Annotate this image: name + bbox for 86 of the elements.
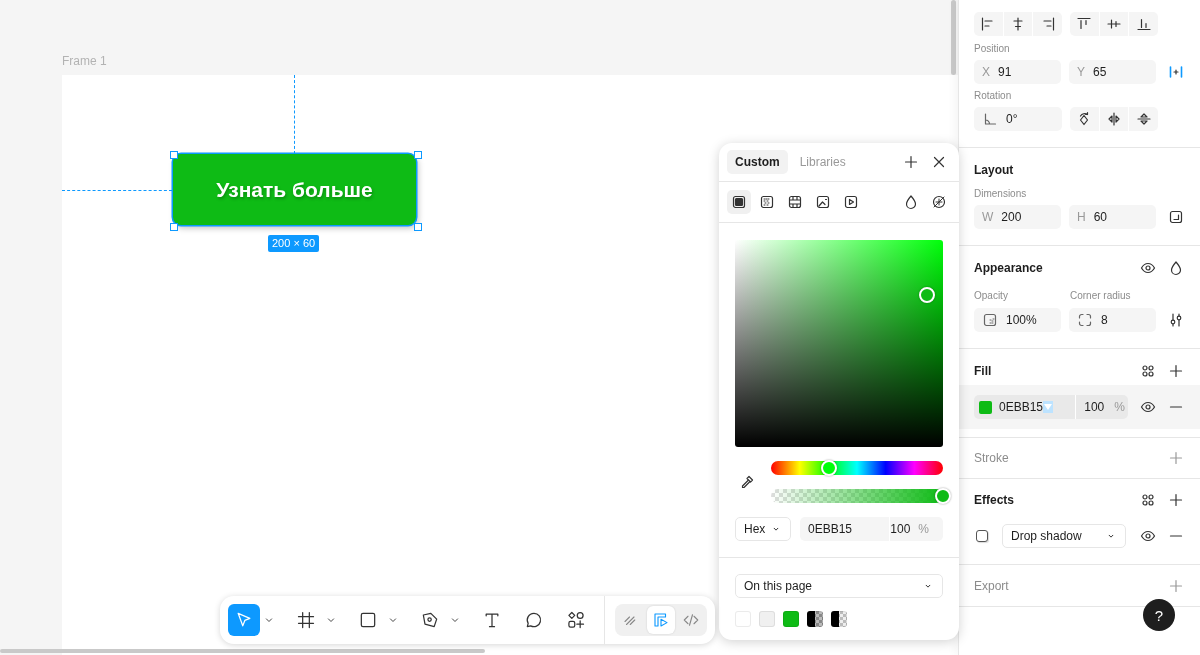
library-dropdown[interactable]: On this page: [735, 574, 943, 598]
resize-handle[interactable]: [170, 151, 178, 159]
solid-icon: [731, 194, 747, 210]
scrollbar[interactable]: [951, 0, 956, 75]
section-title: Stroke: [974, 451, 1009, 465]
opacity-icon: [982, 312, 998, 328]
color-swatch[interactable]: [807, 611, 823, 627]
tab[interactable]: Custom: [727, 150, 788, 174]
code-icon: [682, 611, 700, 629]
section-title: Layout: [974, 163, 1014, 177]
hash-icon: [296, 610, 316, 630]
y-field[interactable]: Y 65: [1069, 60, 1156, 84]
resize-handle[interactable]: [414, 151, 422, 159]
format-dropdown[interactable]: Hex: [735, 517, 791, 541]
design-mode-button[interactable]: [647, 606, 675, 634]
resize-icon: [1168, 209, 1184, 225]
frame-label: Frame 1: [62, 53, 108, 70]
flip-vertical-icon: [1135, 111, 1152, 127]
opacity-thumb[interactable]: [935, 488, 951, 504]
color-thumb[interactable]: [919, 287, 936, 304]
minus-icon: [1170, 535, 1182, 537]
hex-field[interactable]: 0EBB15 100 %: [800, 517, 943, 541]
flip-horizontal-icon: [1106, 111, 1122, 127]
color-swatch[interactable]: [759, 611, 775, 627]
pen-icon: [420, 610, 440, 630]
field-label: Rotation: [974, 89, 1013, 103]
no-fill-icon: [931, 194, 947, 210]
gradient-icon: [759, 194, 775, 210]
color-swatch[interactable]: [783, 611, 799, 627]
plus-icon: [1168, 492, 1184, 508]
four-dots-icon: [1140, 363, 1156, 379]
eye-icon: [1140, 399, 1157, 415]
close-icon: [931, 154, 947, 170]
speech-bubble-icon: [524, 610, 544, 630]
eye-icon: [1140, 260, 1156, 276]
size-badge: 200 × 60: [268, 235, 320, 252]
plus-icon: [903, 154, 919, 170]
resize-handle[interactable]: [170, 223, 178, 231]
constraints-icon: [1168, 64, 1184, 80]
height-field[interactable]: H 60: [1069, 205, 1156, 229]
sliders-icon: [1168, 312, 1184, 328]
section-title: Appearance: [974, 261, 1043, 275]
section-title: Export: [974, 579, 1009, 593]
layout-icon: [652, 611, 670, 629]
field-label: Position: [974, 42, 1011, 56]
section-title: Fill: [974, 364, 992, 378]
align-top-icon: [1076, 16, 1093, 32]
field-label: Corner radius: [1070, 289, 1131, 303]
shapes-icon: [566, 610, 586, 630]
x-field[interactable]: X 91: [974, 60, 1061, 84]
plus-icon: [1168, 450, 1184, 466]
resize-handle[interactable]: [414, 223, 422, 231]
section-title: Effects: [974, 493, 1014, 507]
angle-icon: [982, 111, 998, 127]
corner-radius-icon: [1077, 312, 1093, 328]
image-icon: [815, 194, 831, 210]
video-icon: [843, 194, 859, 210]
pattern-icon: [787, 194, 803, 210]
color-field[interactable]: [735, 240, 943, 447]
hue-thumb[interactable]: [821, 460, 838, 476]
fill-field[interactable]: 0EBB15 100 %: [974, 395, 1129, 419]
eyedropper-icon: [739, 474, 755, 490]
color-swatch[interactable]: [831, 611, 847, 627]
width-field[interactable]: W 200: [974, 205, 1061, 229]
square-icon: [358, 610, 378, 630]
corner-radius-field[interactable]: 8: [1069, 308, 1156, 332]
minus-icon: [1170, 406, 1183, 408]
align-bottom-icon: [1135, 16, 1152, 32]
eye-icon: [1140, 528, 1156, 544]
plus-icon: [1168, 578, 1184, 594]
drop-icon: [903, 194, 919, 210]
scrollbar[interactable]: [0, 649, 485, 653]
field-label: Opacity: [974, 289, 1009, 303]
solid-paint-button[interactable]: [727, 190, 751, 214]
rotation-field[interactable]: 0°: [974, 107, 1062, 131]
text-selection-icon: [1043, 401, 1054, 413]
checkbox[interactable]: [976, 530, 988, 542]
field-label: Dimensions: [974, 187, 1028, 201]
effect-dropdown[interactable]: Drop shadow: [1002, 524, 1126, 548]
drop-icon: [1168, 260, 1184, 276]
move-tool-button[interactable]: [228, 604, 260, 636]
align-middle-icon: [1106, 16, 1122, 32]
help-button[interactable]: ?: [1143, 599, 1175, 631]
opacity-field[interactable]: 100%: [974, 308, 1061, 332]
four-dots-icon: [1140, 492, 1156, 508]
plus-icon: [1168, 363, 1184, 379]
